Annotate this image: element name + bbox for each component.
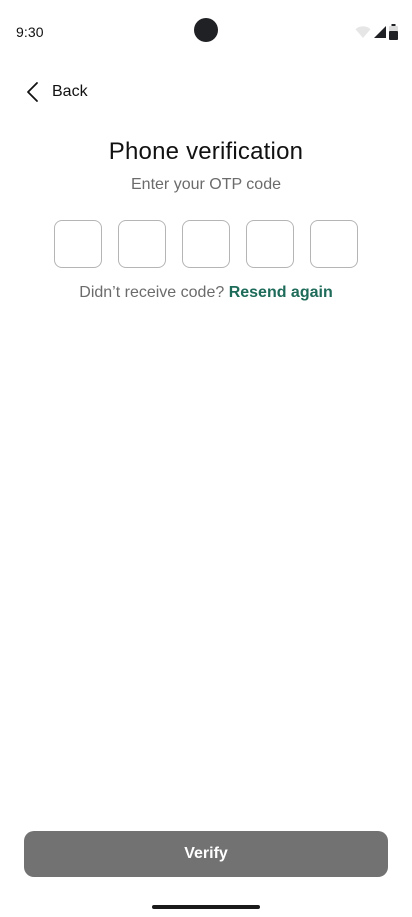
- chevron-left-icon: [20, 78, 44, 106]
- page-title: Phone verification: [108, 138, 304, 165]
- status-bar: 9:30: [0, 0, 412, 56]
- otp-digit-3[interactable]: [182, 220, 230, 268]
- resend-prompt: Didn’t receive code?: [79, 284, 225, 301]
- battery-icon: [389, 24, 398, 40]
- status-icons: [355, 24, 398, 40]
- back-label: Back: [52, 83, 88, 100]
- back-button[interactable]: Back: [20, 78, 88, 106]
- page-subtitle: Enter your OTP code: [131, 176, 281, 193]
- verify-button[interactable]: Verify: [24, 831, 388, 877]
- wifi-icon: [355, 25, 371, 39]
- camera-cutout: [194, 18, 218, 42]
- resend-row: Didn’t receive code? Resend again: [0, 284, 412, 302]
- home-indicator[interactable]: [152, 905, 260, 909]
- otp-input-group: [54, 220, 358, 268]
- resend-link[interactable]: Resend again: [229, 284, 333, 301]
- otp-digit-2[interactable]: [118, 220, 166, 268]
- otp-digit-1[interactable]: [54, 220, 102, 268]
- otp-digit-5[interactable]: [310, 220, 358, 268]
- cellular-signal-icon: [373, 25, 387, 39]
- otp-digit-4[interactable]: [246, 220, 294, 268]
- status-time: 9:30: [16, 24, 44, 40]
